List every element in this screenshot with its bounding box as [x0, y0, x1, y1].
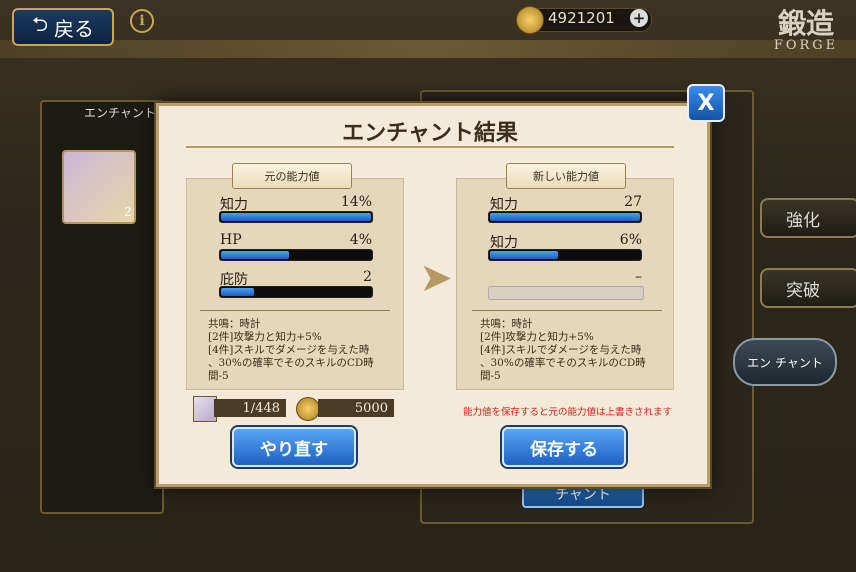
divider	[472, 310, 662, 311]
resonance-line: [4件]スキルでダメージを与えた時	[480, 344, 642, 356]
return-arrow-icon: ⮌	[31, 12, 49, 36]
resonance-line: 、30%の確率でそのスキルのCD時	[480, 357, 646, 369]
resonance-line: [4件]スキルでダメージを与えた時	[208, 344, 370, 356]
enchant-side-button[interactable]: エン チャント	[733, 338, 837, 386]
bar-fill	[221, 251, 289, 259]
new-stat-bar	[488, 249, 642, 261]
bar-fill	[490, 251, 558, 259]
gold-amount: 4921201	[548, 9, 615, 27]
old-stat-bar	[219, 211, 373, 223]
old-stat-value: 2	[363, 269, 372, 285]
transition-arrow-icon: ➤	[419, 255, 453, 301]
resonance-line: [2件]攻撃力と知力+5%	[480, 331, 594, 343]
forge-title: 鍛造	[777, 7, 834, 40]
old-stat-bar	[219, 286, 373, 298]
new-stats-ribbon: 新しい能力値	[506, 163, 626, 189]
gold-coin-icon	[296, 397, 320, 421]
new-resonance-text: 共鳴：時計 [2件]攻撃力と知力+5% [4件]スキルでダメージを与えた時 、3…	[480, 318, 670, 383]
save-button[interactable]: 保存する	[502, 427, 626, 467]
new-stat-value: –	[635, 269, 642, 285]
new-stat-bar	[488, 211, 642, 223]
resonance-line: [2件]攻撃力と知力+5%	[208, 331, 322, 343]
gold-coin-icon	[516, 6, 544, 34]
back-label: 戻る	[54, 16, 95, 41]
old-resonance-text: 共鳴：時計 [2件]攻撃力と知力+5% [4件]スキルでダメージを与えた時 、3…	[208, 318, 398, 383]
old-stat-value: 14%	[340, 194, 372, 210]
forge-subtitle: FORGE	[773, 38, 839, 53]
gold-cost: 5000	[318, 399, 394, 417]
retry-button[interactable]: やり直す	[232, 427, 356, 467]
add-gold-icon[interactable]: +	[630, 9, 648, 27]
close-button[interactable]: X	[687, 84, 725, 122]
info-icon[interactable]: i	[130, 9, 154, 33]
bar-fill	[221, 288, 254, 296]
overwrite-warning: 能力値を保存すると元の能力値は上書きされます	[462, 407, 672, 418]
resonance-line: 、30%の確率でそのスキルのCD時	[208, 357, 374, 369]
header-strip	[0, 40, 856, 58]
old-stat-bar	[219, 249, 373, 261]
bar-fill	[490, 213, 640, 221]
new-stat-bar-empty	[488, 286, 644, 300]
enhance-button[interactable]: 強化	[760, 198, 856, 238]
modal-title: エンチャント結果	[342, 120, 518, 146]
divider	[200, 310, 390, 311]
new-stat-value: 6%	[619, 232, 642, 248]
old-stat-value: 4%	[349, 232, 372, 248]
resonance-line: 間-5	[480, 370, 501, 382]
old-stats-ribbon: 元の能力値	[232, 163, 352, 189]
back-button[interactable]: ⮌ 戻る	[12, 8, 114, 46]
new-stat-value: 27	[624, 194, 642, 210]
item-count: 2	[124, 205, 132, 219]
resonance-line: 間-5	[208, 370, 229, 382]
bar-fill	[221, 213, 371, 221]
old-stat-label: HP	[220, 232, 242, 248]
title-divider	[186, 146, 674, 148]
resonance-line: 共鳴：時計	[208, 318, 261, 330]
resonance-line: 共鳴：時計	[480, 318, 533, 330]
scroll-count: 1/448	[214, 399, 286, 417]
breakthrough-button[interactable]: 突破	[760, 268, 856, 308]
enchant-tab-label: エンチャント	[84, 106, 156, 120]
